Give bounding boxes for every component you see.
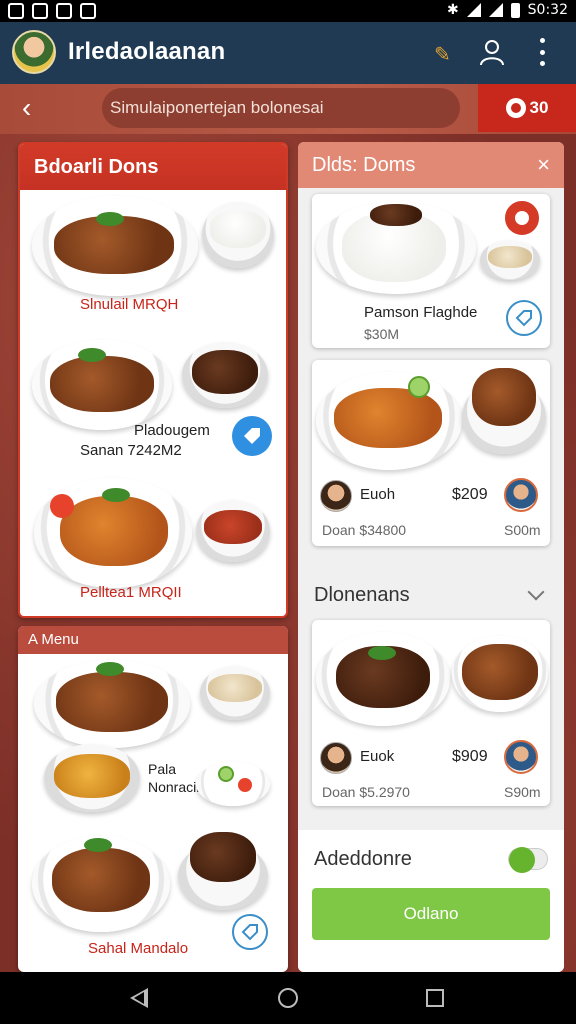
app-bar: Irledaolaanan ✎ [0,22,576,84]
avatar [320,742,352,774]
topping [370,204,422,226]
dish-label: Pelltea1 MRQII [80,584,182,601]
item-subtitle: Doan $34800 [322,522,407,538]
soup [204,510,262,544]
tag-icon [515,310,532,327]
bluetooth-icon: ✱ [446,2,459,18]
tag-icon [244,428,260,444]
search-input[interactable] [102,88,460,128]
more-vert-icon[interactable] [538,38,546,66]
dish-food [192,350,258,394]
garnish [102,488,130,502]
favorite-button[interactable] [502,198,542,238]
notification-icons [8,3,96,19]
signal-icon [488,3,503,17]
dish-food [472,368,536,426]
order-item[interactable]: Pamson Flaghde $30M [312,194,550,348]
notification-icon [32,3,48,19]
notification-icon [56,3,72,19]
status-right: ✱ S0:32 [447,2,568,18]
nav-bar [0,972,576,1024]
avatar [320,480,352,512]
notification-icon [80,3,96,19]
nav-recent-icon[interactable] [426,989,444,1007]
garnish [408,376,430,398]
avatar[interactable] [12,30,56,74]
item-price: $209 [452,486,488,503]
sauce [488,246,532,268]
app-title: Irledaolaanan [68,38,226,65]
wifi-icon [466,3,481,17]
dish-food [50,356,154,412]
garnish [218,766,234,782]
dish-food [56,672,168,732]
garnish [84,838,112,852]
section-title: Dlonenans [314,584,410,606]
dish-price: Sanan 7242M2 [80,442,182,459]
cart-button[interactable]: 30 [478,84,576,132]
cart-icon [505,98,526,118]
pen-icon[interactable]: ✎ [434,42,451,67]
addon-section: Adeddonre Odlano [298,830,564,972]
garnish [368,646,396,660]
toggle-knob [509,847,535,873]
item-name: Euok [360,748,395,765]
search-bar: ‹ 30 [0,84,576,134]
item-name: Euoh [360,486,396,503]
tomato-garnish [238,778,252,792]
item-subprice: S00m [504,522,541,538]
nav-home-icon[interactable] [278,988,298,1008]
order-item[interactable]: Euok $909 Doan $5.2970 S90m [312,620,550,806]
dish-label: Slnulail MRQH [80,296,179,313]
dish-food [190,832,256,882]
tag-icon [241,924,258,941]
dish-food [60,496,168,566]
add-dish-button[interactable] [232,914,268,950]
menu-card-2: A Menu Pala Nonracinn Sahal Mandalo [18,626,288,972]
nav-back-icon[interactable] [130,988,148,1008]
addon-toggle[interactable] [508,847,548,873]
battery-icon [510,2,520,18]
avatar [504,740,538,774]
dish-label: Sahal Mandalo [88,940,189,957]
menu-card-1: Bdoarli Dons Slnulail MRQH Pladougem San… [18,142,288,618]
item-name: Pamson Flaghde [364,304,478,321]
edit-item-button[interactable] [506,300,542,336]
dish-image[interactable] [196,762,270,806]
card-title: Bdoarli Dons [20,144,286,190]
dish-food [334,388,442,448]
dish-name: Pladougem [134,422,210,439]
garnish [96,662,124,676]
item-subtitle: Doan $5.2970 [322,784,410,800]
rice [210,210,266,248]
dish-food [462,644,538,700]
addon-label: Adeddonre [314,848,412,870]
tomato-garnish [50,494,74,518]
order-button[interactable]: Odlano [312,888,550,940]
item-price: $909 [452,748,488,765]
add-dish-button[interactable] [232,416,272,456]
dish-food [52,848,150,912]
item-price: $30M [364,326,400,342]
cart-count: 30 [529,98,549,117]
soup [208,674,262,702]
panel-header: Dlds: Doms × [298,142,564,188]
user-icon[interactable] [478,38,506,66]
order-panel: Dlds: Doms × Pamson Flaghde $30M Euoh $2… [298,142,564,972]
notification-icon [8,3,24,19]
order-item[interactable]: Euoh $209 Doan $34800 S00m [312,360,550,546]
panel-title: Dlds: Doms [312,154,416,176]
arrow-left-icon[interactable]: ‹ [22,94,56,124]
close-icon[interactable]: × [537,152,550,178]
avatar [504,478,538,512]
chevron-down-icon[interactable] [527,583,545,601]
status-time: S0:32 [527,2,568,18]
dish-food [54,754,130,798]
garnish [78,348,106,362]
card-title: A Menu [18,626,288,654]
item-subprice: S90m [504,784,541,800]
status-bar: ✱ S0:32 [0,0,576,22]
garnish [96,212,124,226]
